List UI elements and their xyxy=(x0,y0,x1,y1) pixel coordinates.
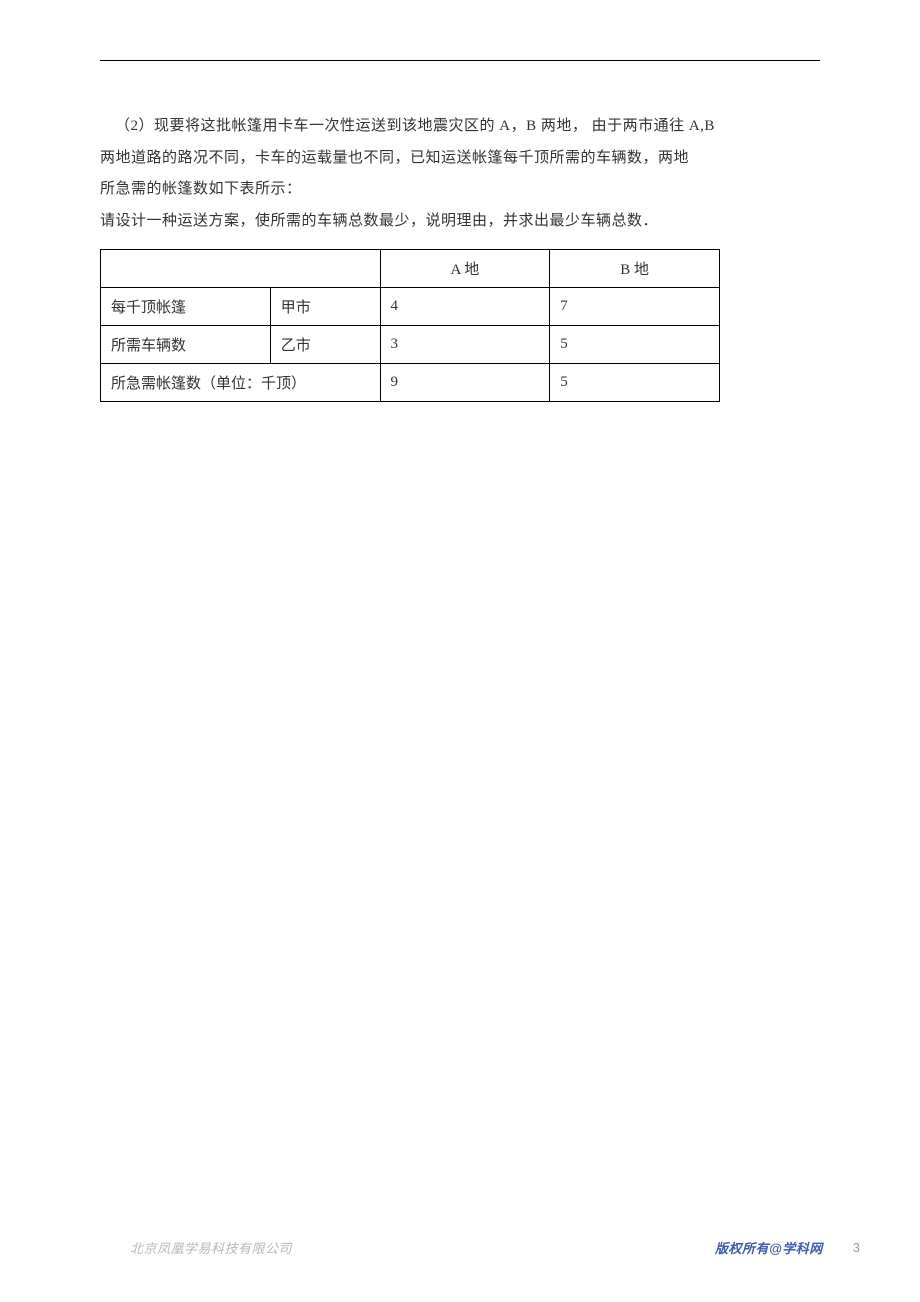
copyright-prefix: 版权所有 xyxy=(715,1241,769,1256)
page-content: （2）现要将这批帐篷用卡车一次性运送到该地震灾区的 A，B 两地， 由于两市通往… xyxy=(0,0,920,402)
table-row: 每千顶帐篷 甲市 4 7 xyxy=(101,288,720,326)
data-table: A 地 B 地 每千顶帐篷 甲市 4 7 所需车辆数 乙市 3 5 所急需帐篷数… xyxy=(100,249,720,402)
footer-copyright: 版权所有@学科网 xyxy=(715,1238,823,1257)
table-cell-label: 所需车辆数 xyxy=(101,326,271,364)
table-footer-value-b: 5 xyxy=(550,364,720,402)
copyright-site: 学科网 xyxy=(782,1241,823,1256)
table-header-col-a: A 地 xyxy=(380,250,550,288)
table-cell-value-a: 3 xyxy=(380,326,550,364)
table-header-row: A 地 B 地 xyxy=(101,250,720,288)
table-footer-value-a: 9 xyxy=(380,364,550,402)
copyright-at: @ xyxy=(769,1241,782,1256)
table-cell-value-b: 7 xyxy=(550,288,720,326)
table-cell-label: 每千顶帐篷 xyxy=(101,288,271,326)
table-header-col-b: B 地 xyxy=(550,250,720,288)
table-footer-row: 所急需帐篷数（单位：千顶） 9 5 xyxy=(101,364,720,402)
table-row: 所需车辆数 乙市 3 5 xyxy=(101,326,720,364)
page-footer: 北京凤凰学易科技有限公司 版权所有@学科网 3 xyxy=(0,1238,920,1257)
table-cell-city: 乙市 xyxy=(270,326,380,364)
table-cell-value-b: 5 xyxy=(550,326,720,364)
table-header-blank xyxy=(101,250,381,288)
top-horizontal-rule xyxy=(100,60,820,61)
table-cell-city: 甲市 xyxy=(270,288,380,326)
footer-company: 北京凤凰学易科技有限公司 xyxy=(130,1238,292,1257)
problem-text-line-2: 两地道路的路况不同，卡车的运载量也不同，已知运送帐篷每千顶所需的车辆数，两地 xyxy=(100,143,820,175)
problem-text-line-1: （2）现要将这批帐篷用卡车一次性运送到该地震灾区的 A，B 两地， 由于两市通往… xyxy=(100,111,820,143)
problem-text-line-4: 请设计一种运送方案，使所需的车辆总数最少，说明理由，并求出最少车辆总数． xyxy=(100,206,820,238)
footer-right-group: 版权所有@学科网 3 xyxy=(715,1238,860,1257)
page-number: 3 xyxy=(853,1240,860,1255)
table-cell-value-a: 4 xyxy=(380,288,550,326)
problem-text-line-3: 所急需的帐篷数如下表所示： xyxy=(100,174,820,206)
table-footer-label: 所急需帐篷数（单位：千顶） xyxy=(101,364,381,402)
